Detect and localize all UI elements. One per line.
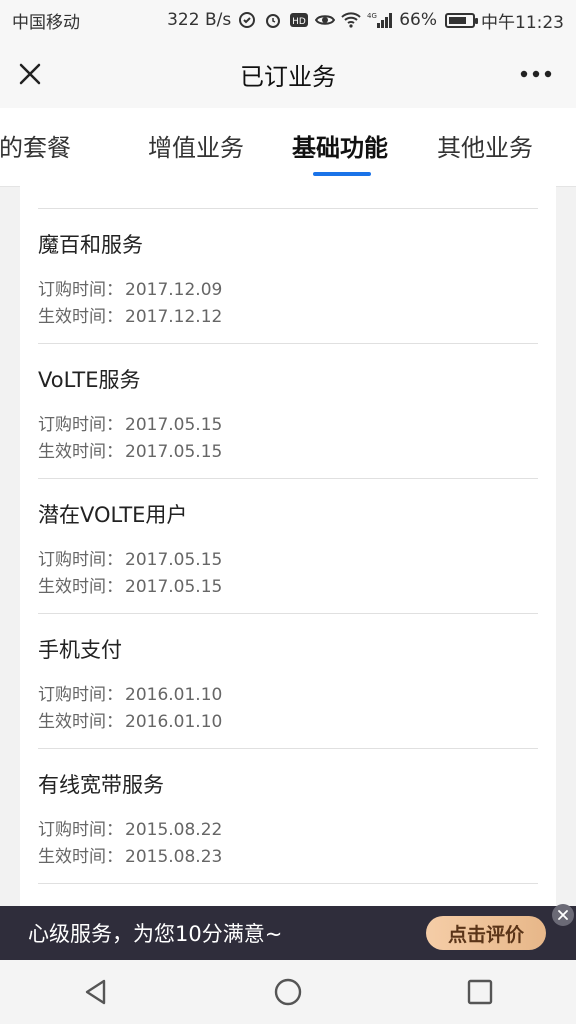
list-item[interactable]: 魔百和服务 订购时间： 2017.12.09 生效时间： 2017.12.12	[38, 209, 538, 344]
effective-date: 2017.12.12	[125, 307, 223, 327]
effective-time: 生效时间： 2017.05.15	[38, 572, 222, 597]
close-button[interactable]	[14, 58, 46, 90]
service-name: 魔百和服务	[38, 233, 143, 257]
order-date: 2017.05.15	[125, 415, 223, 435]
effective-time-label: 生效时间：	[38, 442, 123, 462]
order-time: 订购时间： 2017.12.09	[38, 275, 222, 300]
order-time-label: 订购时间：	[38, 550, 123, 570]
banner-close-button[interactable]	[552, 904, 574, 926]
status-bar: 中国移动 322 B/s HD 4G 66% 中午11:23	[0, 0, 576, 40]
back-icon	[85, 979, 106, 1005]
order-time: 订购时间： 2017.05.15	[38, 410, 222, 435]
active-tab-indicator	[313, 172, 371, 176]
data-saver-icon	[237, 10, 257, 30]
close-icon	[19, 63, 41, 85]
home-button[interactable]	[258, 962, 318, 1022]
more-options-button[interactable]	[516, 58, 556, 90]
list-item[interactable]: 有线宽带服务 订购时间： 2015.08.22 生效时间： 2015.08.23	[38, 749, 538, 884]
status-indicators: 322 B/s HD 4G 66% 中午11:23	[167, 8, 564, 33]
tab-basic-functions[interactable]: 基础功能	[292, 128, 388, 163]
effective-time: 生效时间： 2016.01.10	[38, 707, 222, 732]
alarm-icon	[263, 10, 283, 30]
title-bar: 已订业务	[0, 40, 576, 108]
banner-text: 心级服务，为您10分满意~	[28, 922, 283, 946]
signal-icon: 4G	[367, 10, 393, 30]
category-tabs: 我的套餐 增值业务 基础功能 其他业务	[0, 108, 576, 187]
wifi-icon	[341, 10, 361, 30]
order-time-label: 订购时间：	[38, 280, 123, 300]
subscription-list: 魔百和服务 订购时间： 2017.12.09 生效时间： 2017.12.12 Vo…	[38, 209, 538, 884]
order-time: 订购时间： 2017.05.15	[38, 545, 222, 570]
battery-icon	[445, 12, 478, 28]
eye-icon	[315, 10, 336, 30]
service-name: 有线宽带服务	[38, 773, 164, 797]
order-date: 2017.05.15	[125, 550, 223, 570]
carrier-name: 中国移动	[12, 12, 80, 33]
clock: 中午11:23	[481, 12, 564, 33]
rate-button[interactable]: 点击评价	[426, 916, 546, 950]
tab-my-plan[interactable]: 我的套餐	[0, 128, 71, 163]
tab-other-services[interactable]: 其他业务	[437, 128, 533, 163]
page-title: 已订业务	[240, 62, 336, 91]
order-date: 2016.01.10	[125, 685, 223, 705]
order-time-label: 订购时间：	[38, 415, 123, 435]
system-nav-bar	[0, 960, 576, 1024]
effective-date: 2016.01.10	[125, 712, 223, 732]
order-time: 订购时间： 2016.01.10	[38, 680, 222, 705]
order-time-label: 订购时间：	[38, 820, 123, 840]
svg-text:4G: 4G	[367, 12, 377, 20]
effective-date: 2017.05.15	[125, 442, 223, 462]
recents-icon	[467, 979, 493, 1005]
list-item[interactable]: 潜在VOLTE用户 订购时间： 2017.05.15 生效时间： 2017.05.1…	[38, 479, 538, 614]
effective-time-label: 生效时间：	[38, 577, 123, 597]
effective-time-label: 生效时间：	[38, 307, 123, 327]
order-date: 2015.08.22	[125, 820, 223, 840]
back-button[interactable]	[66, 962, 126, 1022]
effective-date: 2015.08.23	[125, 847, 223, 867]
feedback-banner: 心级服务，为您10分满意~ 点击评价	[0, 904, 576, 960]
effective-time: 生效时间： 2015.08.23	[38, 842, 222, 867]
hd-icon: HD	[289, 10, 309, 30]
close-icon	[558, 910, 568, 920]
service-name: VoLTE服务	[38, 368, 141, 392]
order-date: 2017.12.09	[125, 280, 223, 300]
home-icon	[274, 978, 302, 1006]
effective-time-label: 生效时间：	[38, 847, 123, 867]
service-name: 手机支付	[38, 638, 122, 662]
list-item[interactable]: VoLTE服务 订购时间： 2017.05.15 生效时间： 2017.05.15	[38, 344, 538, 479]
more-icon	[520, 70, 552, 78]
effective-date: 2017.05.15	[125, 577, 223, 597]
effective-time-label: 生效时间：	[38, 712, 123, 732]
tab-value-added[interactable]: 增值业务	[148, 128, 244, 163]
svg-text:HD: HD	[292, 17, 306, 27]
battery-percent: 66%	[399, 10, 437, 30]
list-item[interactable]: 手机支付 订购时间： 2016.01.10 生效时间： 2016.01.10	[38, 614, 538, 749]
recents-button[interactable]	[450, 962, 510, 1022]
network-speed: 322 B/s	[167, 10, 232, 30]
subscription-list-panel[interactable]: 魔百和服务 订购时间： 2017.12.09 生效时间： 2017.12.12 Vo…	[20, 186, 556, 906]
order-time: 订购时间： 2015.08.22	[38, 815, 222, 840]
effective-time: 生效时间： 2017.05.15	[38, 437, 222, 462]
service-name: 潜在VOLTE用户	[38, 503, 188, 527]
order-time-label: 订购时间：	[38, 685, 123, 705]
effective-time: 生效时间： 2017.12.12	[38, 302, 222, 327]
